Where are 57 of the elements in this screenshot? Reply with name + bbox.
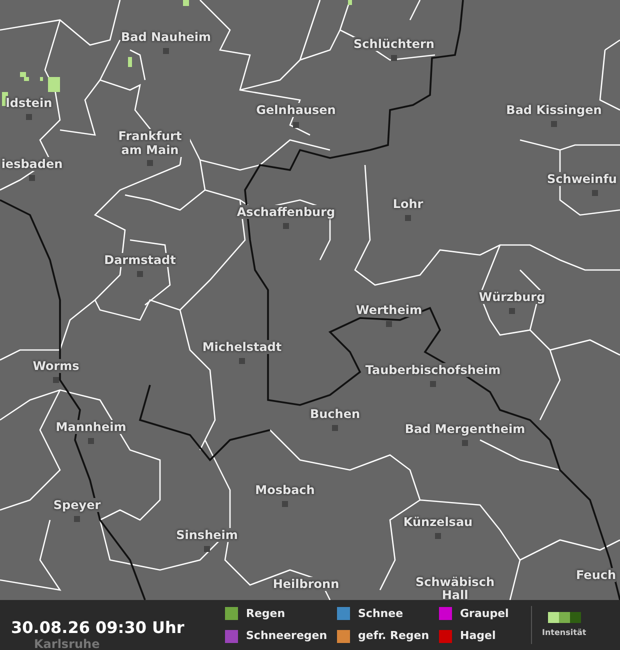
city-label: Worms — [32, 359, 80, 373]
city-marker-icon — [551, 121, 557, 127]
city-label: Schweinfu — [547, 172, 617, 186]
city-marker-icon — [282, 501, 288, 507]
city-label: iesbaden — [1, 157, 63, 171]
city-marker-icon — [332, 425, 338, 431]
city-marker-icon — [137, 271, 143, 277]
city-label: Darmstadt — [104, 253, 176, 267]
city-marker-icon — [74, 516, 80, 522]
legend-label: Hagel — [460, 628, 496, 644]
city-label: Mosbach — [255, 483, 315, 497]
city-label: Mannheim — [56, 420, 126, 434]
city-marker-icon — [147, 160, 153, 166]
legend-label: gefr. Regen — [358, 628, 430, 644]
city-marker-icon — [29, 175, 35, 181]
city-label: Würzburg — [478, 290, 546, 304]
city-marker-icon — [462, 440, 468, 446]
legend-label: Schnee — [358, 606, 404, 622]
city-label: Buchen — [310, 407, 360, 421]
city-marker-icon — [53, 377, 59, 383]
city-label: Bad Kissingen — [506, 103, 602, 117]
city-label: Tauberbischofsheim — [365, 363, 501, 377]
city-marker-icon — [239, 358, 245, 364]
city-marker-icon — [435, 533, 441, 539]
intensity-label: Intensität — [542, 626, 586, 638]
city-marker-icon — [430, 381, 436, 387]
city-label: Lohr — [392, 197, 424, 211]
legend-label: Graupel — [460, 606, 509, 622]
city-marker-icon — [204, 546, 210, 552]
city-label: Karlsruhe — [34, 636, 100, 650]
city-label: ldstein — [6, 96, 52, 110]
legend-label: Schneeregen — [246, 628, 328, 644]
city-label: Schwäbisch Hall — [414, 576, 496, 602]
city-label: Speyer — [53, 498, 101, 512]
city-label: Bad Nauheim — [121, 30, 211, 44]
city-marker-icon — [283, 223, 289, 229]
city-marker-icon — [405, 215, 411, 221]
city-marker-icon — [88, 438, 94, 444]
city-label: Heilbronn — [272, 577, 340, 591]
city-marker-icon — [509, 308, 515, 314]
city-marker-icon — [592, 190, 598, 196]
city-label: Wertheim — [356, 303, 422, 317]
city-marker-icon — [386, 321, 392, 327]
city-label: Schlüchtern — [354, 37, 434, 51]
city-label: Aschaffenburg — [236, 205, 336, 219]
city-marker-icon — [391, 55, 397, 61]
city-label: Feuch — [576, 568, 616, 582]
city-label: Bad Mergentheim — [404, 422, 526, 436]
city-label: Gelnhausen — [256, 103, 336, 117]
city-marker-icon — [163, 48, 169, 54]
city-label: Sinsheim — [176, 528, 238, 542]
legend-label: Regen — [246, 606, 286, 622]
timestamp: 30.08.26 09:30 Uhr — [11, 617, 186, 638]
city-marker-icon — [293, 122, 299, 128]
city-label: Michelstadt — [202, 340, 282, 354]
city-marker-icon — [26, 114, 32, 120]
city-label: Künzelsau — [403, 515, 473, 529]
